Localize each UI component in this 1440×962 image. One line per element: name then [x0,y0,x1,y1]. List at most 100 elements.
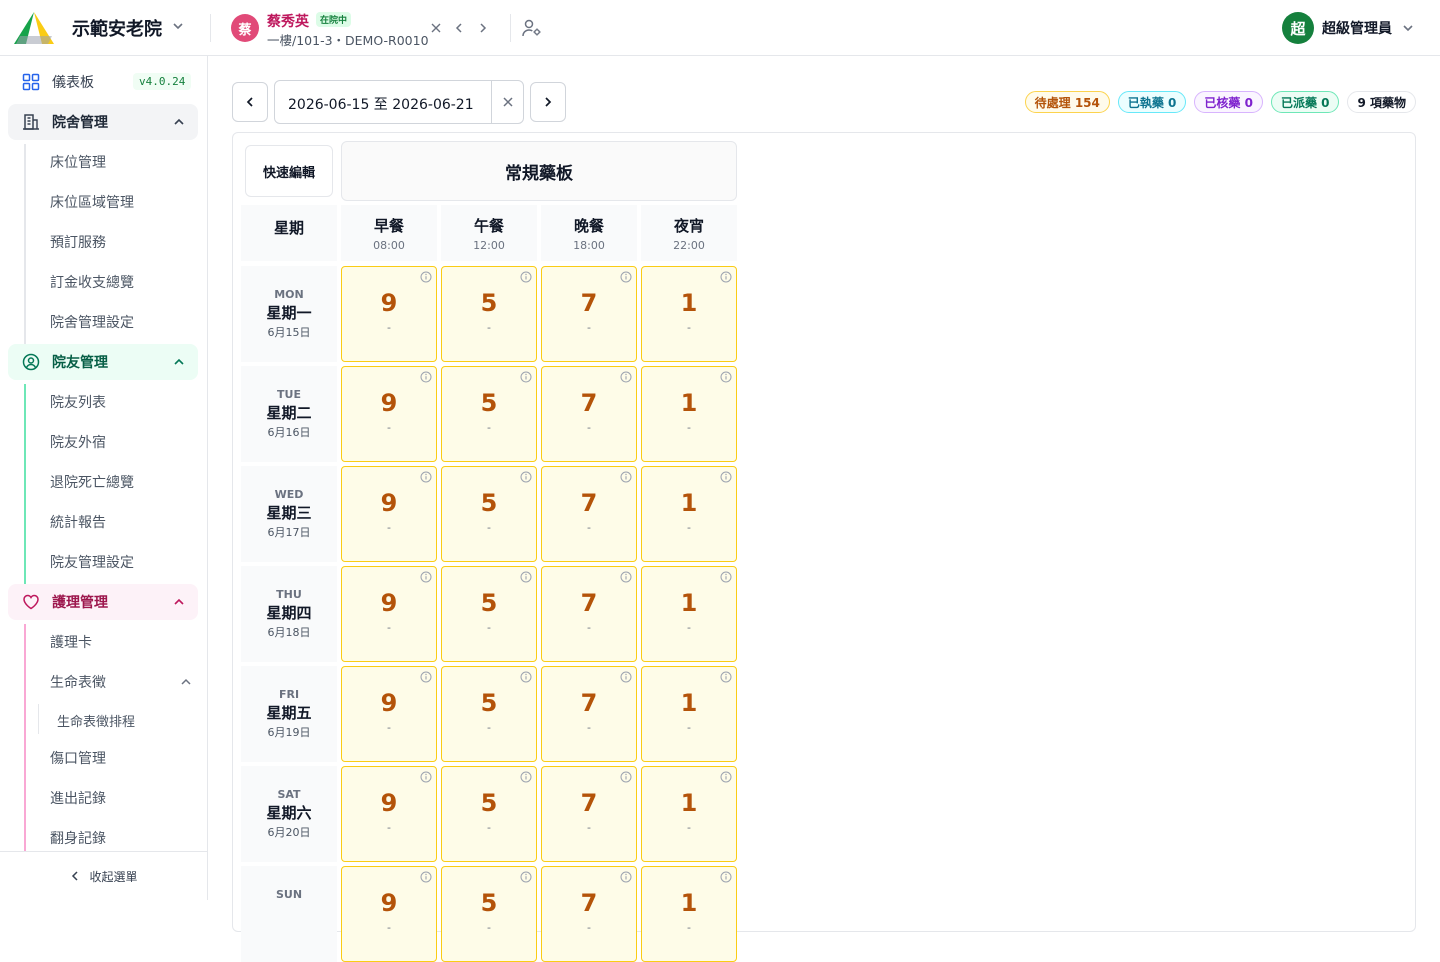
med-slot-cell[interactable]: 5- [441,666,537,762]
prev-patient-button[interactable] [451,18,467,38]
sidebar-item-nursing-card[interactable]: 護理卡 [50,632,92,652]
sidebar-item-stats-report[interactable]: 統計報告 [50,512,106,532]
sidebar-item-turning-records[interactable]: 翻身記錄 [50,828,106,848]
info-icon[interactable] [420,871,432,883]
user-settings-icon[interactable] [521,17,543,39]
info-icon[interactable] [420,571,432,583]
med-slot-cell[interactable]: 1- [641,766,737,862]
med-status-mark: - [687,521,691,534]
info-icon[interactable] [520,571,532,583]
prev-week-button[interactable] [232,82,268,122]
info-icon[interactable] [620,671,632,683]
sidebar-item-booking[interactable]: 預訂服務 [50,232,106,252]
info-icon[interactable] [720,371,732,383]
info-icon[interactable] [620,571,632,583]
info-icon[interactable] [720,871,732,883]
collapse-menu-button[interactable]: 收起選單 [0,851,207,900]
info-icon[interactable] [720,671,732,683]
info-icon[interactable] [620,771,632,783]
med-slot-cell[interactable]: 7- [541,666,637,762]
med-slot-cell[interactable]: 9- [341,666,437,762]
info-icon[interactable] [520,471,532,483]
med-slot-cell[interactable]: 7- [541,466,637,562]
clear-patient-button[interactable] [428,18,444,38]
med-slot-cell[interactable]: 1- [641,666,737,762]
info-icon[interactable] [620,271,632,283]
sidebar-group-facility[interactable]: 院舍管理 [8,104,198,140]
status-pill[interactable]: 待處理 154 [1024,91,1110,113]
med-slot-cell[interactable]: 9- [341,566,437,662]
sidebar-item-vital-signs[interactable]: 生命表徵 [50,672,106,692]
info-icon[interactable] [520,271,532,283]
info-icon[interactable] [420,471,432,483]
med-slot-cell[interactable]: 5- [441,266,537,362]
med-slot-cell[interactable]: 9- [341,866,437,962]
info-icon[interactable] [420,671,432,683]
med-slot-cell[interactable]: 1- [641,866,737,962]
med-slot-cell[interactable]: 1- [641,566,737,662]
sidebar-item-deposits[interactable]: 訂金收支總覽 [50,272,134,292]
close-icon[interactable] [501,95,515,109]
sidebar-item-resident-settings[interactable]: 院友管理設定 [50,552,134,572]
sidebar-group-nursing[interactable]: 護理管理 [8,584,198,620]
med-slot-cell[interactable]: 5- [441,766,537,862]
status-pill[interactable]: 已執藥 0 [1117,91,1187,113]
sidebar-item-vital-schedule[interactable]: 生命表徵排程 [57,711,135,730]
med-slot-cell[interactable]: 9- [341,366,437,462]
info-icon[interactable] [420,771,432,783]
med-slot-cell[interactable]: 7- [541,366,637,462]
info-icon[interactable] [620,471,632,483]
med-slot-cell[interactable]: 5- [441,366,537,462]
sidebar-item-discharge-overview[interactable]: 退院死亡總覽 [50,472,134,492]
info-icon[interactable] [720,771,732,783]
meal-name: 午餐 [473,217,504,235]
info-icon[interactable] [520,771,532,783]
med-slot-cell[interactable]: 1- [641,366,737,462]
info-icon[interactable] [620,371,632,383]
med-slot-cell[interactable]: 5- [441,566,537,662]
info-icon[interactable] [720,471,732,483]
sidebar-item-bed-areas[interactable]: 床位區域管理 [50,192,134,212]
sidebar-item-wound-mgmt[interactable]: 傷口管理 [50,748,106,768]
sidebar-item-resident-leave[interactable]: 院友外宿 [50,432,106,452]
admin-name[interactable]: 超級管理員 [1322,18,1392,38]
status-pill[interactable]: 已派藥 0 [1270,91,1340,113]
status-pill[interactable]: 9 項藥物 [1347,91,1416,113]
med-slot-cell[interactable]: 9- [341,466,437,562]
info-icon[interactable] [720,571,732,583]
med-slot-cell[interactable]: 7- [541,866,637,962]
sidebar-item-beds[interactable]: 床位管理 [50,152,106,172]
med-slot-cell[interactable]: 1- [641,466,737,562]
next-patient-button[interactable] [475,18,491,38]
med-slot-cell[interactable]: 9- [341,266,437,362]
org-name[interactable]: 示範安老院 [72,15,162,41]
med-slot-cell[interactable]: 5- [441,466,537,562]
info-icon[interactable] [520,371,532,383]
chevron-down-icon[interactable] [170,18,186,34]
med-slot-cell[interactable]: 5- [441,866,537,962]
patient-name[interactable]: 蔡秀英 [267,11,309,31]
next-week-button[interactable] [530,82,566,122]
info-icon[interactable] [520,871,532,883]
med-slot-cell[interactable]: 1- [641,266,737,362]
quick-edit-button[interactable]: 快速編輯 [245,145,333,197]
info-icon[interactable] [720,271,732,283]
info-icon[interactable] [420,371,432,383]
info-icon[interactable] [620,871,632,883]
date-range-picker[interactable]: 2026-06-15 至 2026-06-21 [274,80,524,124]
med-slot-cell[interactable]: 9- [341,766,437,862]
info-icon[interactable] [420,271,432,283]
sidebar-group-residents[interactable]: 院友管理 [8,344,198,380]
sidebar-item-resident-list[interactable]: 院友列表 [50,392,106,412]
med-slot-cell[interactable]: 7- [541,266,637,362]
sidebar-item-facility-settings[interactable]: 院舍管理設定 [50,312,134,332]
admin-avatar[interactable]: 超 [1282,12,1314,44]
status-pill[interactable]: 已核藥 0 [1194,91,1263,113]
med-slot-cell[interactable]: 7- [541,566,637,662]
day-abbr: SAT [277,788,301,801]
chevron-up-icon[interactable] [179,675,193,689]
med-slot-cell[interactable]: 7- [541,766,637,862]
info-icon[interactable] [520,671,532,683]
chevron-down-icon[interactable] [1400,20,1416,36]
sidebar-item-in-out-records[interactable]: 進出記錄 [50,788,106,808]
